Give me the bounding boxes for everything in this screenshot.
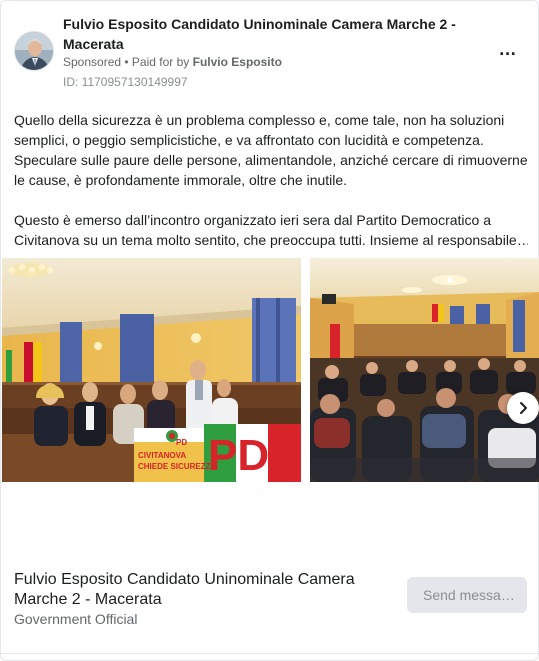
send-message-button[interactable]: Send messa…: [407, 577, 527, 613]
banner-text-top: CIVITANOVA: [138, 451, 186, 460]
banner-party-letters: PD: [208, 431, 269, 480]
post-paragraph-truncated: Questo è emerso dall’incontro organizzat…: [14, 210, 528, 250]
chevron-right-icon: [520, 402, 527, 414]
post-line: Questo è emerso dall’incontro organizzat…: [14, 212, 492, 228]
footer-page-name[interactable]: Fulvio Esposito Candidato Uninominale Ca…: [14, 570, 384, 610]
footer-page-category: Government Official: [14, 611, 138, 627]
advertiser-avatar[interactable]: [14, 31, 54, 71]
separator-dot: •: [121, 55, 132, 69]
audience-hall-photo: [310, 258, 539, 482]
more-options-icon[interactable]: …: [495, 39, 521, 59]
meeting-hall-photo: PD CIVITANOVA CHIEDE SICUREZZ PD: [2, 258, 301, 482]
post-paragraph: Quello della sicurezza è un problema com…: [14, 112, 528, 188]
ad-card: Fulvio Esposito Candidato Uninominale Ca…: [0, 0, 539, 661]
sponsored-label: Sponsored: [63, 55, 122, 69]
party-banner: PD CIVITANOVA CHIEDE SICUREZZ PD: [134, 424, 301, 482]
post-body: Quello della sicurezza è un problema com…: [14, 110, 528, 250]
paid-for-prefix: Paid for by: [131, 55, 193, 69]
post-line: Civitanova su un tema molto sentito, che…: [14, 232, 528, 248]
sponsored-info: Sponsored • Paid for by Fulvio Esposito: [63, 54, 282, 70]
carousel-photo-1[interactable]: PD CIVITANOVA CHIEDE SICUREZZ PD: [2, 258, 301, 482]
banner-text-bottom: CHIEDE SICUREZZ: [138, 462, 211, 471]
avatar-photo: [15, 32, 53, 70]
carousel-next-button[interactable]: [507, 392, 539, 424]
divider: [1, 653, 539, 654]
audience-crowd: [310, 358, 539, 482]
payer-name: Fulvio Esposito: [192, 55, 282, 69]
ad-id: ID: 1170957130149997: [63, 75, 188, 89]
carousel-photo-2[interactable]: [310, 258, 539, 482]
banner-logo-text: PD: [176, 438, 187, 447]
advertiser-page-name[interactable]: Fulvio Esposito Candidato Uninominale Ca…: [63, 14, 463, 54]
